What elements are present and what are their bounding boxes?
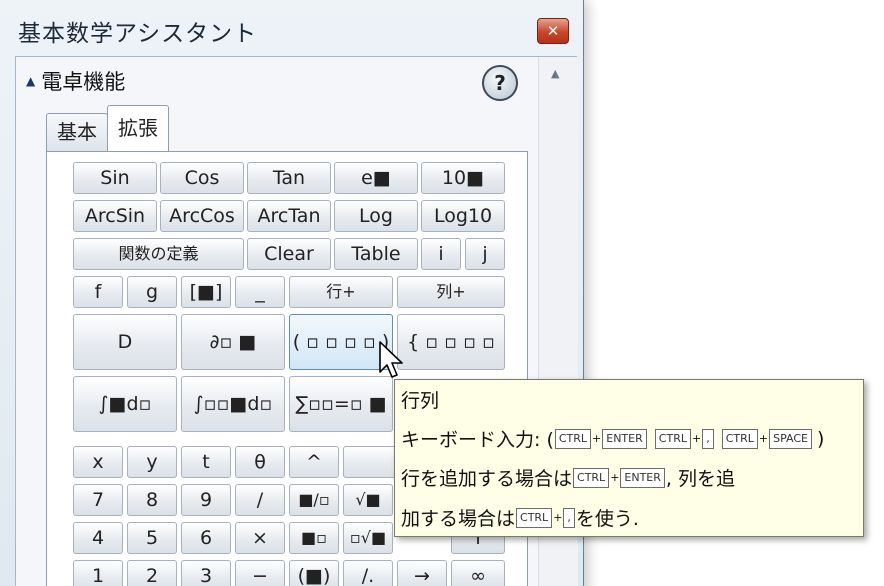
kbd-enter: ENTER [602,428,647,449]
key-1[interactable]: 1 [73,560,123,586]
tooltip-title: 行列 [401,390,440,412]
tab-strip: 基本 拡張 [46,105,169,151]
tooltip-add-row-line: 行を追加する場合は CTRL + ENTER , 列を追 [401,464,735,491]
key-log10[interactable]: Log10 [421,200,505,232]
key-7[interactable]: 7 [73,484,123,516]
collapse-caret-icon[interactable]: ▲ [26,74,35,88]
section-title: 電卓機能 [41,70,126,94]
key-partial-derivative[interactable]: ∂▫ ■ [181,314,285,370]
key-piecewise[interactable]: { ▫ ▫ ▫ ▫ [397,314,505,370]
key-definite-integral[interactable]: ∫▫▫■d▫ [181,376,285,432]
key-fraction[interactable]: ■/▫ [289,484,339,516]
key-j[interactable]: j [465,238,505,270]
key-add-column[interactable]: 列+ [397,276,505,308]
kbd-ctrl: CTRL [516,507,553,528]
key-bracket[interactable]: [■] [181,276,231,308]
section-header[interactable]: ▲ 電卓機能 [26,69,126,94]
key-sqrt[interactable]: √■ [343,484,393,516]
tab-basic[interactable]: 基本 [46,113,108,151]
key-5[interactable]: 5 [127,522,177,554]
kbd-space: SPACE [769,428,812,449]
key-tan[interactable]: Tan [247,162,331,194]
key-arrow[interactable]: → [397,560,447,586]
tooltip-keyboard-suffix: ) [817,427,825,450]
kbd-comma: , [702,428,714,449]
key-arcsin[interactable]: ArcSin [73,200,157,232]
key-sum[interactable]: ∑▫▫=▫ ■ [289,376,393,432]
key-9[interactable]: 9 [181,484,231,516]
kbd-enter: ENTER [620,467,665,488]
key-i[interactable]: i [421,238,461,270]
key-g[interactable]: g [127,276,177,308]
key-parentheses[interactable]: (■) [289,560,339,586]
tooltip-add-column-line: 加する場合は CTRL +, を使う. [401,504,639,531]
kbd-comma: , [563,507,575,528]
scroll-up-arrow-icon[interactable]: ▲ [551,67,559,80]
key-4[interactable]: 4 [73,522,123,554]
kbd-plus: + [691,432,702,445]
help-button[interactable]: ? [482,65,518,101]
key-log[interactable]: Log [334,200,418,232]
key-pow10[interactable]: 10■ [421,162,505,194]
key-exp[interactable]: e■ [334,162,418,194]
window-title: 基本数学アシスタント [18,21,258,47]
tab-extended[interactable]: 拡張 [107,105,169,151]
key-subscript[interactable]: _ [235,276,285,308]
kbd-plus: + [592,432,602,445]
tooltip-add-row-prefix: 行を追加する場合は [401,468,573,490]
kbd-ctrl: CTRL [554,428,592,449]
key-caret[interactable]: ^ [289,446,339,478]
kbd-ctrl: CTRL [654,428,691,449]
key-f[interactable]: f [73,276,123,308]
tooltip-keyboard-line: キーボード入力: ( CTRL + ENTER CTRL +, CTRL + SPACE … [401,425,824,452]
key-t[interactable]: t [181,446,231,478]
tooltip: 行列 キーボード入力: ( CTRL + ENTER CTRL +, CTRL + SPA… [394,379,864,537]
tooltip-add-column-suffix: を使う. [575,508,639,530]
tooltip-keyboard-prefix: キーボード入力: ( [401,429,554,451]
key-theta[interactable]: θ [235,446,285,478]
key-clear[interactable]: Clear [247,238,331,270]
key-arctan[interactable]: ArcTan [247,200,331,232]
key-x[interactable]: x [73,446,123,478]
mouse-cursor-icon [379,341,403,378]
key-define-function[interactable]: 関数の定義 [73,238,244,270]
key-integral[interactable]: ∫■d▫ [73,376,177,432]
key-multiply[interactable]: × [235,522,285,554]
key-power[interactable]: ■▫ [289,522,339,554]
key-y[interactable]: y [127,446,177,478]
key-sin[interactable]: Sin [73,162,157,194]
key-nth-root[interactable]: ▫√■ [343,522,393,554]
key-arccos[interactable]: ArcCos [160,200,244,232]
key-6[interactable]: 6 [181,522,231,554]
kbd-ctrl: CTRL [721,428,758,449]
key-8[interactable]: 8 [127,484,177,516]
key-divide[interactable]: / [235,484,285,516]
key-3[interactable]: 3 [181,560,231,586]
key-replace-all[interactable]: /. [343,560,393,586]
tooltip-add-column-prefix: 加する場合は [401,508,516,530]
key-2[interactable]: 2 [127,560,177,586]
kbd-plus: + [758,432,769,445]
key-cos[interactable]: Cos [160,162,244,194]
key-derivative[interactable]: D [73,314,177,370]
key-add-row[interactable]: 行+ [289,276,393,308]
kbd-ctrl: CTRL [573,467,610,488]
close-button[interactable]: ✕ [537,18,569,44]
tooltip-add-row-suffix: , 列を追 [665,468,735,490]
key-table[interactable]: Table [334,238,418,270]
title-bar: 基本数学アシスタント ✕ [0,0,584,58]
key-infinity[interactable]: ∞ [451,560,505,586]
key-minus[interactable]: − [235,560,285,586]
kbd-plus: + [553,511,563,524]
kbd-plus: + [610,471,620,484]
